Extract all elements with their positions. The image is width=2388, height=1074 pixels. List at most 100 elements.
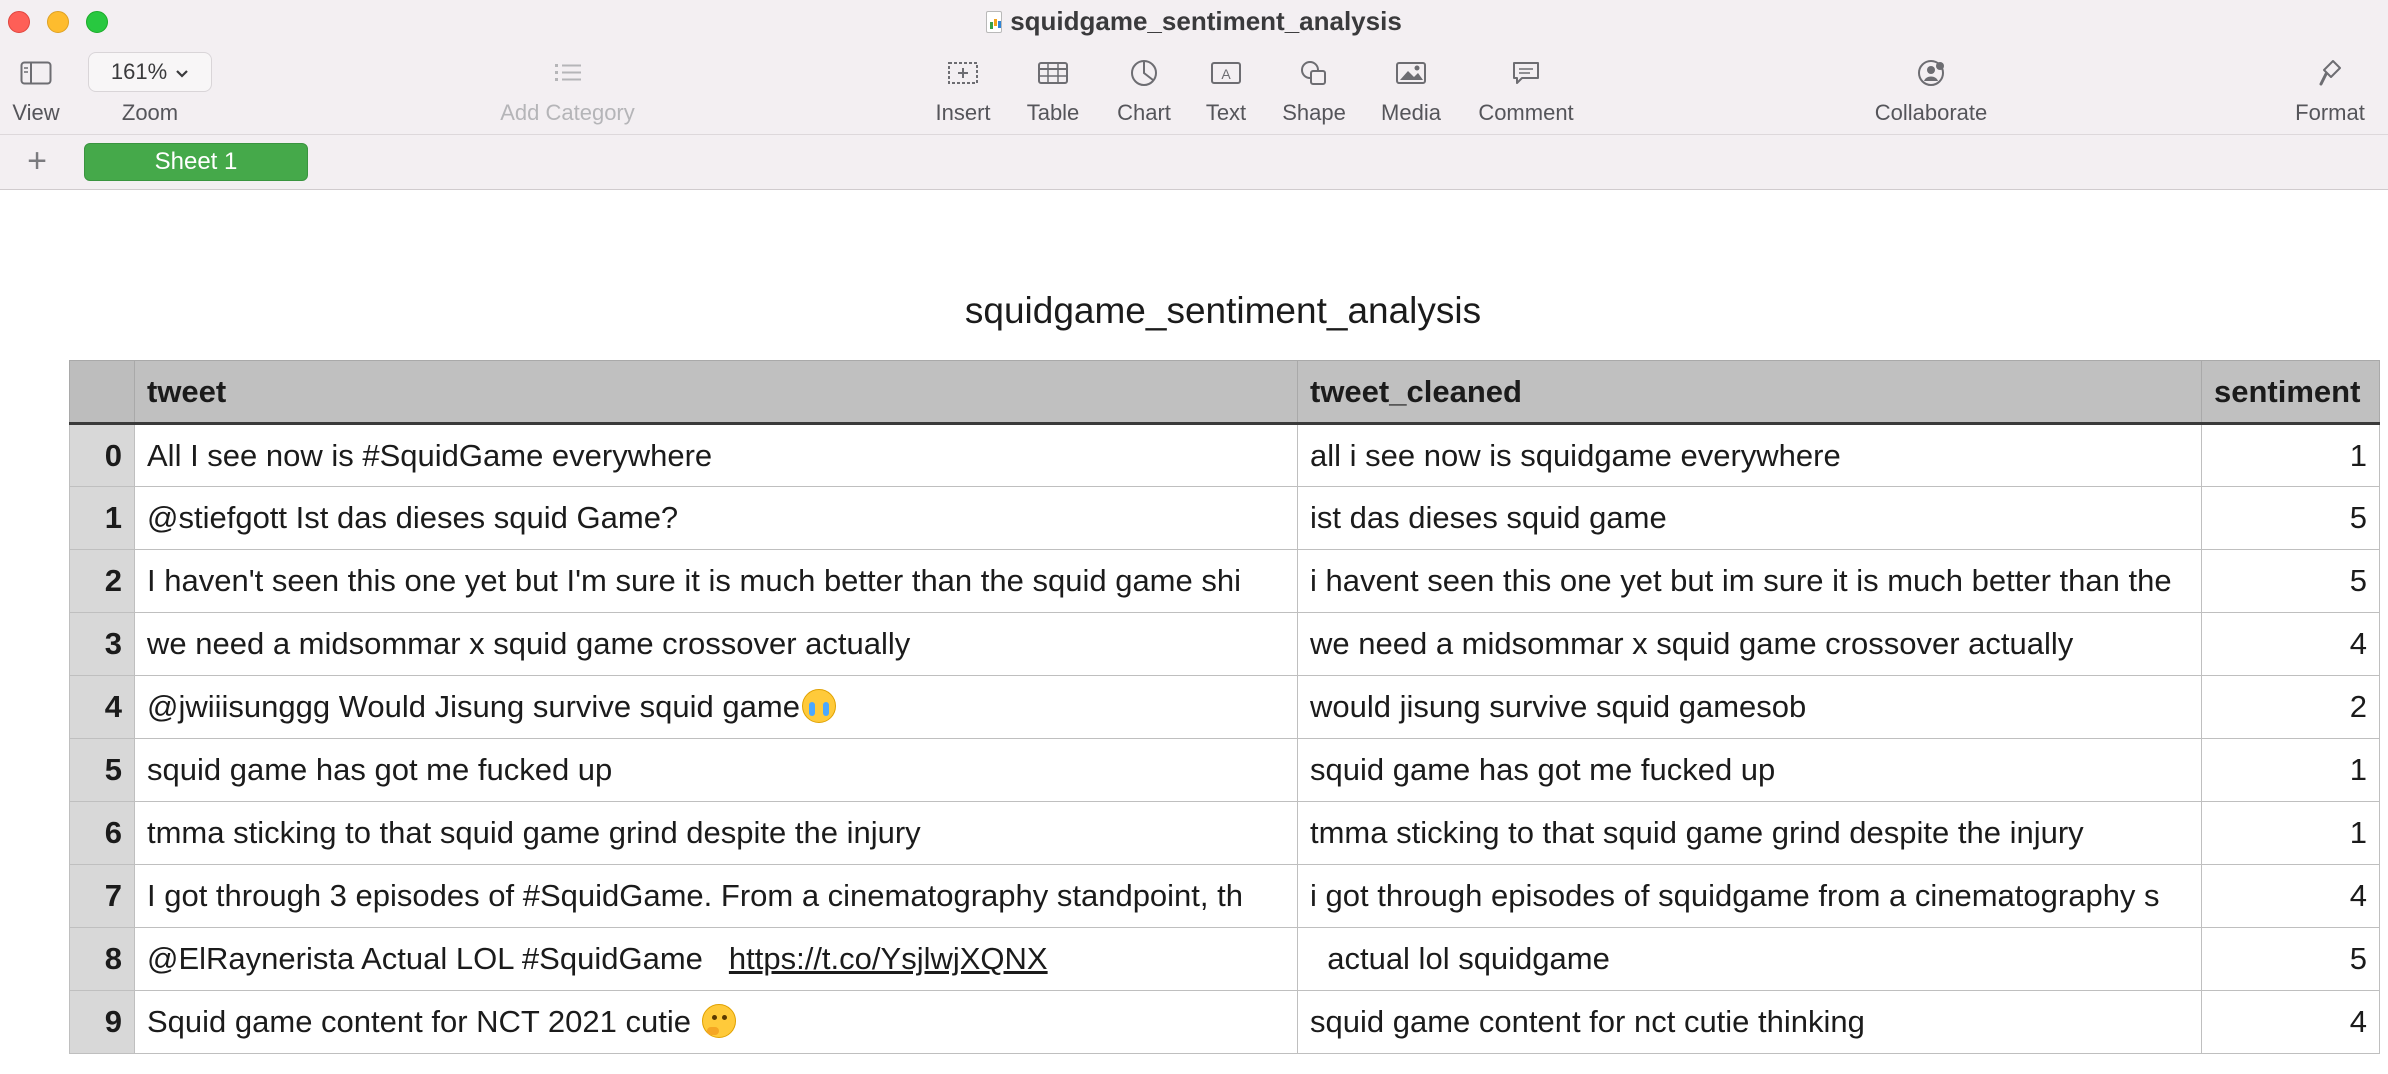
chevron-down-icon (175, 59, 189, 85)
table-row: 5 squid game has got me fucked up squid … (69, 738, 2380, 802)
tweet-cell[interactable]: squid game has got me fucked up (134, 738, 1298, 802)
window-toolbar: squidgame_sentiment_analysis View 161% Z… (0, 0, 2388, 134)
sentiment-cell[interactable]: 2 (2201, 675, 2380, 739)
row-index-cell[interactable]: 9 (69, 990, 135, 1054)
collaborate-icon (1865, 52, 1997, 94)
collaborate-label: Collaborate (1874, 100, 1988, 125)
chart-icon (1108, 52, 1180, 94)
table-label: Table (1026, 100, 1080, 125)
tweet-cleaned-cell[interactable]: ist das dieses squid game (1297, 486, 2202, 550)
row-index-cell[interactable]: 0 (69, 423, 135, 487)
row-index-cell[interactable]: 3 (69, 612, 135, 676)
add-sheet-button[interactable]: + (22, 143, 52, 179)
comment-label: Comment (1478, 100, 1574, 125)
sheet-tab-bar: + Sheet 1 (0, 134, 2388, 190)
sentiment-cell[interactable]: 1 (2201, 738, 2380, 802)
header-cell-sentiment[interactable]: sentiment (2201, 360, 2380, 425)
table-row: 8 @ElRaynerista Actual LOL #SquidGame htt… (69, 927, 2380, 991)
media-button[interactable]: Media (1372, 52, 1450, 126)
sentiment-cell[interactable]: 1 (2201, 423, 2380, 487)
tweet-cleaned-cell[interactable]: squid game content for nct cutie thinkin… (1297, 990, 2202, 1054)
sentiment-cell[interactable]: 5 (2201, 486, 2380, 550)
tweet-cleaned-cell[interactable]: would jisung survive squid gamesob (1297, 675, 2202, 739)
sentiment-cell[interactable]: 4 (2201, 612, 2380, 676)
row-index-cell[interactable]: 6 (69, 801, 135, 865)
text-box-icon: A (1196, 52, 1256, 94)
tweet-cell[interactable]: Squid game content for NCT 2021 cutie (134, 990, 1298, 1054)
sentiment-cell[interactable]: 4 (2201, 864, 2380, 928)
tweet-cleaned-cell[interactable]: squid game has got me fucked up (1297, 738, 2202, 802)
zoom-label: Zoom (121, 100, 179, 125)
table-row: 1 @stiefgott Ist das dieses squid Game? … (69, 486, 2380, 550)
row-index-cell[interactable]: 7 (69, 864, 135, 928)
thinking-emoji-icon (701, 1004, 736, 1038)
data-table[interactable]: tweet tweet_cleaned sentiment 0 All I se… (69, 360, 2380, 1054)
tweet-cell[interactable]: @jwiiisunggg Would Jisung survive squid … (134, 675, 1298, 739)
row-index-cell[interactable]: 8 (69, 927, 135, 991)
text-button[interactable]: A Text (1196, 52, 1256, 126)
tweet-cell[interactable]: @ElRaynerista Actual LOL #SquidGame https… (134, 927, 1298, 991)
table-row: 2 I haven't seen this one yet but I'm su… (69, 549, 2380, 613)
insert-label: Insert (935, 100, 991, 125)
row-index-cell[interactable]: 4 (69, 675, 135, 739)
format-button[interactable]: Format (2286, 52, 2374, 126)
sentiment-cell[interactable]: 4 (2201, 990, 2380, 1054)
tweet-cell[interactable]: I got through 3 episodes of #SquidGame. … (134, 864, 1298, 928)
table-row: 7 I got through 3 episodes of #SquidGame… (69, 864, 2380, 928)
table-button[interactable]: Table (1016, 52, 1090, 126)
chart-button[interactable]: Chart (1108, 52, 1180, 126)
table-row: 4 @jwiiisunggg Would Jisung survive squi… (69, 675, 2380, 739)
table-title[interactable]: squidgame_sentiment_analysis (0, 290, 2388, 332)
shape-icon (1276, 52, 1352, 94)
tweet-cell[interactable]: tmma sticking to that squid game grind d… (134, 801, 1298, 865)
table-row: 6 tmma sticking to that squid game grind… (69, 801, 2380, 865)
collaborate-button[interactable]: Collaborate (1865, 52, 1997, 126)
insert-icon (925, 52, 1001, 94)
zoom-value: 161% (110, 59, 168, 84)
table-row: 9 Squid game content for NCT 2021 cutie … (69, 990, 2380, 1054)
row-index-cell[interactable]: 1 (69, 486, 135, 550)
tweet-cell[interactable]: @stiefgott Ist das dieses squid Game? (134, 486, 1298, 550)
view-button[interactable]: View (4, 52, 68, 126)
table-icon (1016, 52, 1090, 94)
tweet-cell[interactable]: All I see now is #SquidGame everywhere (134, 423, 1298, 487)
shape-button[interactable]: Shape (1276, 52, 1352, 126)
tweet-cell[interactable]: we need a midsommar x squid game crossov… (134, 612, 1298, 676)
row-index-cell[interactable]: 5 (69, 738, 135, 802)
chart-label: Chart (1117, 100, 1171, 125)
paintbrush-icon (2286, 52, 2374, 94)
tweet-link[interactable]: https://t.co/YsjlwjXQNX (729, 941, 1048, 976)
insert-button[interactable]: Insert (925, 52, 1001, 126)
numbers-document-icon (986, 11, 1003, 33)
table-row: 0 All I see now is #SquidGame everywhere… (69, 423, 2380, 487)
svg-text:A: A (1221, 66, 1231, 82)
tweet-cleaned-cell[interactable]: actual lol squidgame (1297, 927, 2202, 991)
header-cell-index[interactable] (69, 360, 135, 425)
header-cell-tweet-cleaned[interactable]: tweet_cleaned (1297, 360, 2202, 425)
list-icon (490, 52, 645, 94)
sentiment-cell[interactable]: 5 (2201, 549, 2380, 613)
tweet-cleaned-cell[interactable]: all i see now is squidgame everywhere (1297, 423, 2202, 487)
tweet-cleaned-cell[interactable]: i got through episodes of squidgame from… (1297, 864, 2202, 928)
tweet-text: Squid game content for NCT 2021 cutie (147, 1004, 691, 1039)
sentiment-cell[interactable]: 1 (2201, 801, 2380, 865)
sheet-tab-sheet-1[interactable]: Sheet 1 (84, 143, 308, 181)
row-index-cell[interactable]: 2 (69, 549, 135, 613)
table-row: 3 we need a midsommar x squid game cross… (69, 612, 2380, 676)
tweet-text: @jwiiisunggg Would Jisung survive squid … (147, 689, 800, 724)
comment-icon (1470, 52, 1582, 94)
media-label: Media (1381, 100, 1441, 125)
sentiment-cell[interactable]: 5 (2201, 927, 2380, 991)
text-label: Text (1205, 100, 1247, 125)
add-category-label: Add Category (500, 100, 635, 125)
tweet-cell[interactable]: I haven't seen this one yet but I'm sure… (134, 549, 1298, 613)
header-cell-tweet[interactable]: tweet (134, 360, 1298, 425)
tweet-cleaned-cell[interactable]: tmma sticking to that squid game grind d… (1297, 801, 2202, 865)
zoom-select[interactable]: 161% (88, 52, 212, 92)
zoom-label-wrap: Zoom (100, 100, 200, 126)
view-label: View (12, 100, 60, 125)
add-category-button[interactable]: Add Category (490, 52, 645, 126)
tweet-cleaned-cell[interactable]: we need a midsommar x squid game crossov… (1297, 612, 2202, 676)
tweet-cleaned-cell[interactable]: i havent seen this one yet but im sure i… (1297, 549, 2202, 613)
comment-button[interactable]: Comment (1470, 52, 1582, 126)
